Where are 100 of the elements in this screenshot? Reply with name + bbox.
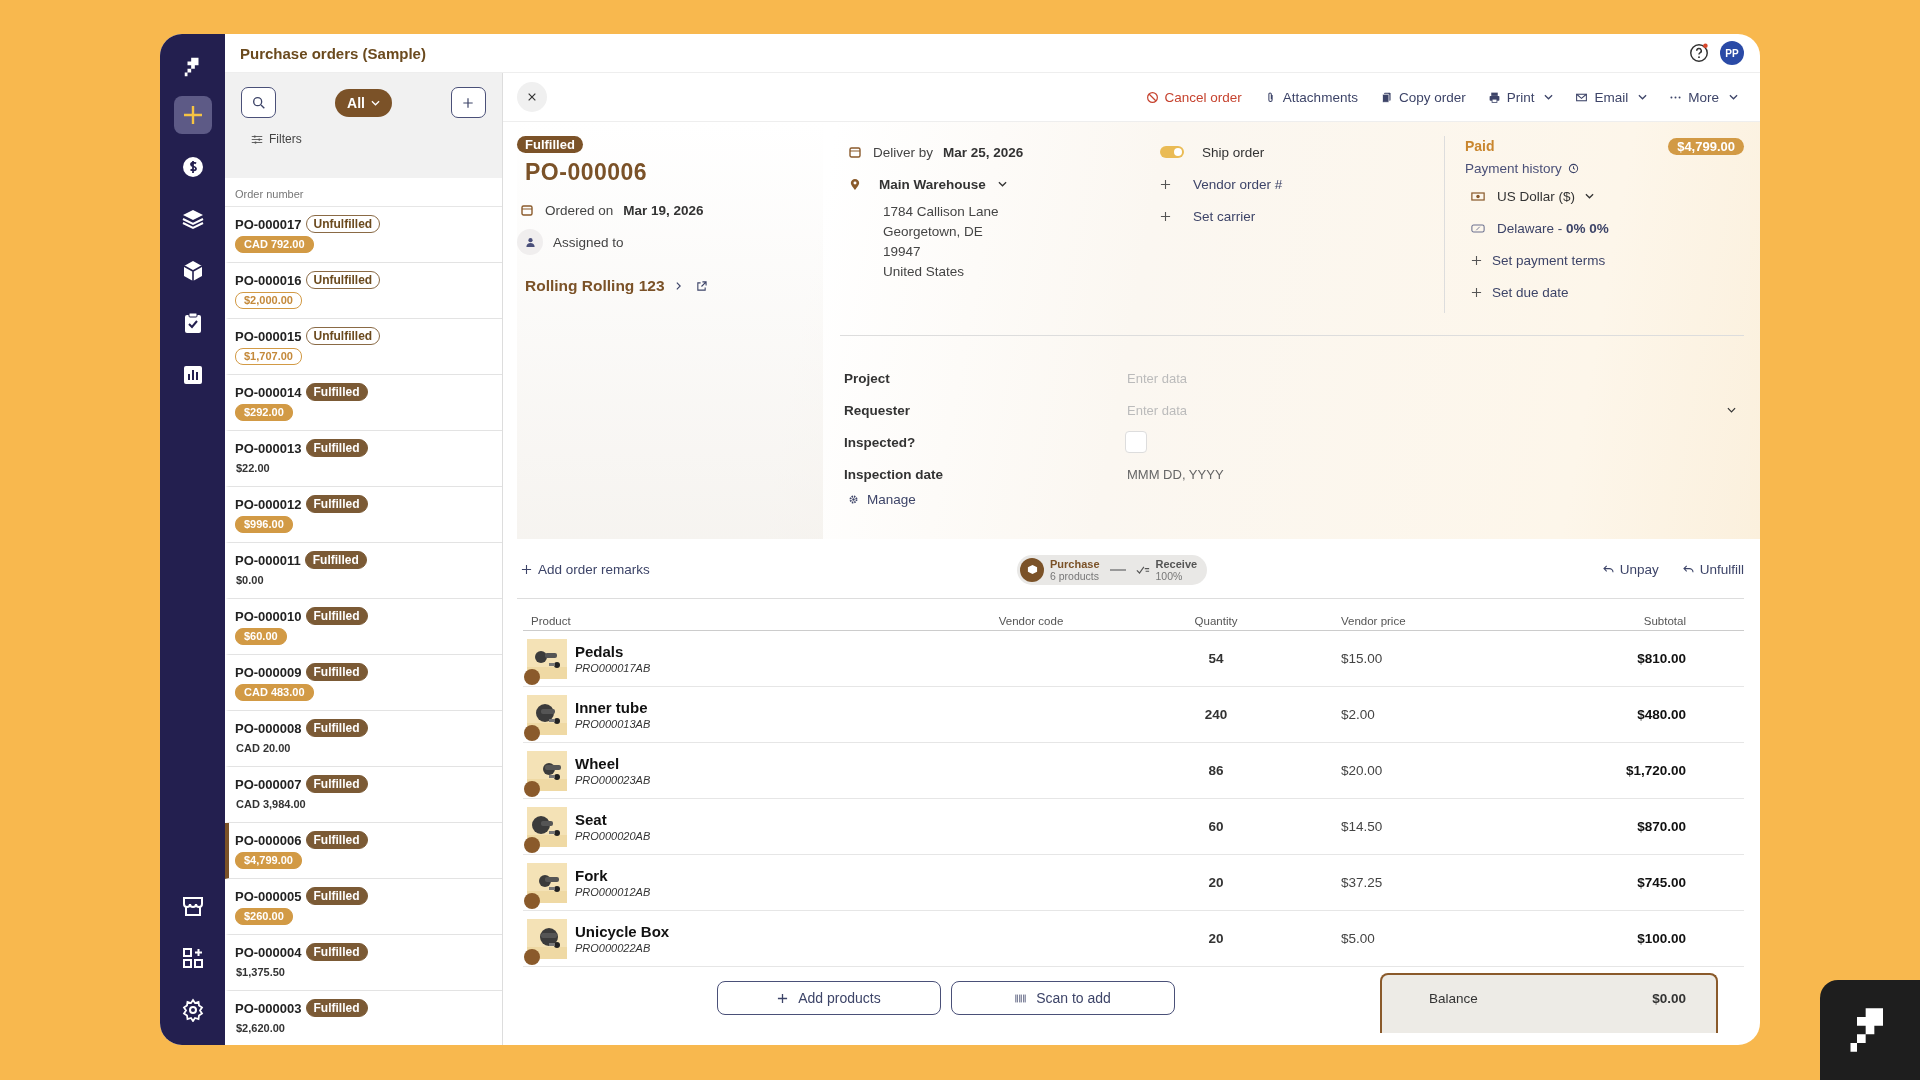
product-name[interactable]: Inner tube bbox=[575, 699, 651, 716]
tax-rate[interactable]: Delaware - 0% 0% bbox=[1497, 220, 1609, 236]
select-field[interactable]: Enter data bbox=[1125, 401, 1325, 419]
layers-icon bbox=[180, 207, 205, 231]
copy-action[interactable]: Copy order bbox=[1379, 89, 1466, 105]
add-link[interactable]: Set payment terms bbox=[1465, 244, 1606, 276]
barcode-icon bbox=[1015, 992, 1027, 1004]
price-cell-text: $14.50 bbox=[1341, 819, 1384, 834]
external-link-icon[interactable] bbox=[695, 280, 707, 292]
order-row[interactable]: PO-000008 Fulfilled CAD 20.00 bbox=[225, 711, 502, 767]
amount-text: $22.00 bbox=[235, 461, 271, 476]
address-line: 19947 bbox=[883, 243, 922, 261]
product-name[interactable]: Pedals bbox=[575, 643, 651, 660]
add-products-button[interactable]: Add products bbox=[717, 981, 941, 1015]
checkbox[interactable] bbox=[1125, 431, 1147, 453]
cancel-action[interactable]: Cancel order bbox=[1145, 89, 1242, 105]
price-cell-text: $15.00 bbox=[1341, 651, 1384, 666]
order-row[interactable]: PO-000009 Fulfilled CAD 483.00 bbox=[225, 655, 502, 711]
status-badge: Fulfilled bbox=[517, 136, 583, 153]
amount-badge: CAD 792.00 bbox=[235, 236, 314, 253]
add-button[interactable] bbox=[451, 87, 486, 118]
status-badge: Unfulfilled bbox=[305, 327, 381, 345]
order-number: PO-000006 bbox=[235, 832, 302, 848]
help-icon[interactable] bbox=[1688, 42, 1710, 64]
order-row[interactable]: PO-000003 Fulfilled $2,620.00 bbox=[225, 991, 502, 1045]
vendor-link[interactable]: Rolling Rolling 123 bbox=[525, 277, 665, 295]
user-avatar[interactable]: PP bbox=[1720, 41, 1744, 65]
plus-icon bbox=[1160, 210, 1171, 222]
ship-toggle[interactable] bbox=[1160, 146, 1184, 158]
print-action[interactable]: Print bbox=[1487, 89, 1554, 105]
subtotal-cell-text: $100.00 bbox=[1636, 931, 1686, 946]
order-row[interactable]: PO-000014 Fulfilled $292.00 bbox=[225, 375, 502, 431]
product-name[interactable]: Seat bbox=[575, 811, 651, 828]
ordered-label: Ordered on bbox=[545, 202, 614, 218]
product-name[interactable]: Wheel bbox=[575, 755, 651, 772]
order-row[interactable]: PO-000015 Unfulfilled $1,707.00 bbox=[225, 319, 502, 375]
payment-history-link[interactable]: Payment history bbox=[1465, 156, 1579, 180]
address-line: 1784 Callison Lane bbox=[883, 203, 1000, 221]
undo-action[interactable]: Unpay bbox=[1602, 562, 1659, 577]
status-badge: Fulfilled bbox=[305, 439, 368, 457]
order-number: PO-000011 bbox=[235, 552, 301, 568]
email-action[interactable]: Email bbox=[1575, 89, 1648, 105]
product-code: PRO000013AB bbox=[575, 718, 651, 730]
assigned-field[interactable]: Assigned to bbox=[553, 234, 624, 250]
input-field[interactable]: MMM DD, YYYY bbox=[1125, 465, 1405, 483]
add-remarks-link[interactable]: Add order remarks bbox=[517, 562, 1017, 577]
add-link[interactable]: Set due date bbox=[1465, 276, 1569, 308]
quantity-cell-text: 240 bbox=[1203, 707, 1229, 722]
status-badge: Fulfilled bbox=[304, 551, 367, 569]
filters-button[interactable]: Filters bbox=[251, 132, 302, 146]
plus-icon bbox=[1471, 286, 1482, 298]
add-link[interactable]: Vendor order # bbox=[1160, 168, 1283, 200]
undo-action[interactable]: Unfulfill bbox=[1682, 562, 1744, 577]
order-row[interactable]: PO-000006 Fulfilled $4,799.00 bbox=[225, 823, 502, 879]
amount-text: $2,620.00 bbox=[235, 1021, 286, 1036]
ordered-date: Mar 19, 2026 bbox=[623, 202, 704, 218]
order-row[interactable]: PO-000005 Fulfilled $260.00 bbox=[225, 879, 502, 935]
order-row[interactable]: PO-000016 Unfulfilled $2,000.00 bbox=[225, 263, 502, 319]
order-row[interactable]: PO-000017 Unfulfilled CAD 792.00 bbox=[225, 207, 502, 263]
product-code: PRO000020AB bbox=[575, 830, 651, 842]
address-line: Georgetown, DE bbox=[883, 223, 984, 241]
add-link[interactable]: Set carrier bbox=[1160, 200, 1256, 232]
order-row[interactable]: PO-000012 Fulfilled $996.00 bbox=[225, 487, 502, 543]
order-row[interactable]: PO-000011 Fulfilled $0.00 bbox=[225, 543, 502, 599]
order-number: PO-000016 bbox=[235, 272, 302, 288]
input-field[interactable]: Enter data bbox=[1125, 369, 1405, 387]
currency-dropdown[interactable]: US Dollar ($) bbox=[1465, 180, 1594, 212]
order-row[interactable]: PO-000013 Fulfilled $22.00 bbox=[225, 431, 502, 487]
order-row[interactable]: PO-000004 Fulfilled $1,375.50 bbox=[225, 935, 502, 991]
order-row[interactable]: PO-000010 Fulfilled $60.00 bbox=[225, 599, 502, 655]
quantity-cell-text: 20 bbox=[1207, 931, 1225, 946]
status-badge: Fulfilled bbox=[305, 831, 368, 849]
filter-dropdown[interactable]: All bbox=[335, 88, 392, 117]
search-button[interactable] bbox=[241, 87, 276, 118]
attach-action[interactable]: Attachments bbox=[1263, 89, 1358, 105]
subtotal-cell-text: $870.00 bbox=[1636, 819, 1686, 834]
nav-button[interactable] bbox=[173, 96, 212, 134]
order-row[interactable]: PO-000007 Fulfilled CAD 3,984.00 bbox=[225, 767, 502, 823]
deliver-date: Mar 25, 2026 bbox=[943, 144, 1024, 160]
plus-icon bbox=[777, 992, 789, 1004]
status-badge: Unfulfilled bbox=[305, 271, 381, 289]
order-number: PO-000004 bbox=[235, 944, 302, 960]
manage-link[interactable]: Manage bbox=[844, 492, 916, 507]
product-code: PRO000023AB bbox=[575, 774, 651, 786]
step-detail: 100% bbox=[1155, 569, 1184, 582]
chevron-icon[interactable] bbox=[674, 281, 682, 291]
order-number: PO-000012 bbox=[235, 496, 302, 512]
warehouse-dropdown[interactable]: Main Warehouse bbox=[845, 168, 1007, 200]
product-name[interactable]: Fork bbox=[575, 867, 651, 884]
status-badge: Fulfilled bbox=[305, 383, 368, 401]
order-number: PO-000005 bbox=[235, 888, 302, 904]
product-name[interactable]: Unicycle Box bbox=[575, 923, 670, 940]
amount-badge: $1,707.00 bbox=[235, 348, 302, 365]
step-title: Purchase bbox=[1050, 557, 1100, 570]
settings-icon bbox=[180, 998, 205, 1022]
status-badge: Fulfilled bbox=[305, 663, 368, 681]
more-action[interactable]: More bbox=[1669, 89, 1738, 105]
subtotal-cell-text: $480.00 bbox=[1636, 707, 1686, 722]
pin-icon bbox=[849, 177, 861, 191]
scan-button[interactable]: Scan to add bbox=[951, 981, 1175, 1015]
